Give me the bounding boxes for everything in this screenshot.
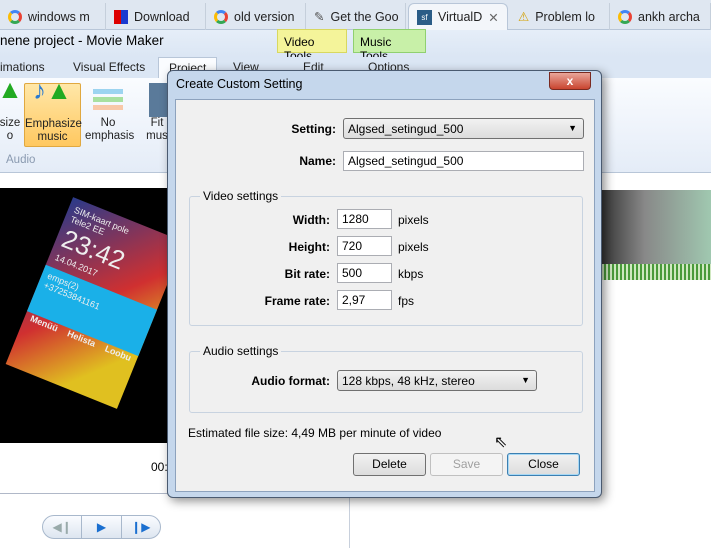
audio-format-dropdown[interactable]: 128 kbps, 48 kHz, stereo ▼ <box>337 370 537 391</box>
tab-label: Download <box>134 9 190 24</box>
browser-tab[interactable]: old version <box>206 3 306 30</box>
browser-tab[interactable]: ⚠ Problem lo <box>510 3 610 30</box>
next-frame-button[interactable]: ❙▶ <box>122 516 160 538</box>
bitrate-unit: kbps <box>398 267 424 281</box>
warning-icon: ⚠ <box>518 10 530 24</box>
audio-format-label: Audio format: <box>251 374 330 388</box>
close-button[interactable]: Close <box>507 453 580 476</box>
bitrate-input[interactable]: 500 <box>337 263 392 283</box>
phone-photo: SIM-kaart pole Tele2 EE 23:42 14.04.2017… <box>5 197 168 409</box>
google-icon <box>8 9 22 24</box>
framerate-label: Frame rate: <box>264 294 330 308</box>
setting-value: Algsed_setingud_500 <box>348 122 464 136</box>
button-label: Fit mus <box>146 117 168 142</box>
close-dialog-button[interactable]: x <box>549 72 591 90</box>
setting-label: Setting: <box>291 122 336 136</box>
bitrate-label: Bit rate: <box>284 267 330 281</box>
no-emphasis-icon <box>85 83 131 117</box>
playback-controls: ◀❙ ▶ ❙▶ <box>42 515 161 539</box>
browser-tab-active[interactable]: sf VirtualD ✕ <box>408 3 508 30</box>
previous-frame-button[interactable]: ◀❙ <box>43 516 81 538</box>
width-unit: pixels <box>398 213 429 227</box>
height-label: Height: <box>288 240 330 254</box>
download-site-icon <box>114 9 128 24</box>
divider <box>349 498 350 548</box>
browser-tab[interactable]: ✎ Get the Goo <box>306 3 406 30</box>
video-preview: SIM-kaart pole Tele2 EE 23:42 14.04.2017… <box>0 188 168 443</box>
width-input[interactable]: 1280 <box>337 209 392 229</box>
dropdown-arrow-icon: ▼ <box>521 375 530 385</box>
emphasize-video-button[interactable]: ▲ size o <box>0 74 24 143</box>
google-icon <box>618 9 632 24</box>
tab-label: old version <box>234 9 295 24</box>
tab-label: VirtualD <box>438 10 483 24</box>
estimated-file-size: Estimated file size: 4,49 MB per minute … <box>188 426 442 440</box>
group-label-audio: Audio <box>6 154 36 166</box>
video-settings-group: Video settings Width: 1280 pixels Height… <box>189 189 583 326</box>
sf-icon: sf <box>417 9 432 25</box>
button-label: size o <box>0 117 21 142</box>
tab-animations[interactable]: imations <box>0 60 45 74</box>
no-emphasis-button[interactable]: No emphasis <box>85 83 135 143</box>
create-custom-setting-dialog: Create Custom Setting x Setting: Algsed_… <box>167 70 602 498</box>
dropdown-arrow-icon: ▼ <box>568 123 577 133</box>
tab-label: Problem lo <box>535 9 595 24</box>
dialog-title: Create Custom Setting <box>176 77 303 91</box>
setting-dropdown[interactable]: Algsed_setingud_500 ▼ <box>343 118 584 139</box>
google-icon <box>214 9 228 24</box>
dialog-body: Setting: Algsed_setingud_500 ▼ Name: Algs… <box>175 99 595 492</box>
save-button[interactable]: Save <box>430 453 503 476</box>
height-input[interactable]: 720 <box>337 236 392 256</box>
audio-waveform <box>600 264 711 280</box>
name-label: Name: <box>299 154 336 168</box>
browser-tab[interactable]: Download <box>106 3 206 30</box>
audio-format-value: 128 kbps, 48 kHz, stereo <box>342 374 475 388</box>
film-icon <box>149 83 167 117</box>
tab-label: windows m <box>28 9 90 24</box>
time-readout: 00: <box>151 460 168 474</box>
video-tools-tab[interactable]: Video Tools <box>277 29 347 63</box>
height-unit: pixels <box>398 240 429 254</box>
play-button[interactable]: ▶ <box>81 516 122 538</box>
browser-tab[interactable]: ankh archa <box>610 3 711 30</box>
framerate-unit: fps <box>398 294 415 308</box>
group-title: Video settings <box>200 189 282 203</box>
delete-button[interactable]: Delete <box>353 453 426 476</box>
audio-settings-group: Audio settings Audio format: 128 kbps, 4… <box>189 344 583 413</box>
browser-tab-bar: windows m Download old version ✎ Get the … <box>0 0 711 30</box>
tab-visual-effects[interactable]: Visual Effects <box>73 60 145 74</box>
group-title: Audio settings <box>200 344 282 358</box>
app-title: nene project - Movie Maker <box>0 33 164 48</box>
width-label: Width: <box>292 213 330 227</box>
tool-icon: ✎ <box>314 10 325 24</box>
button-label: Emphasize music <box>25 118 82 143</box>
tab-label: Get the Goo <box>330 9 399 24</box>
arrow-up-icon: ▲ <box>0 74 23 104</box>
music-note-icon: ♪▲ <box>33 75 72 105</box>
storyboard-thumbnail[interactable] <box>600 190 711 280</box>
name-input[interactable]: Algsed_setingud_500 <box>343 151 584 171</box>
tab-label: ankh archa <box>638 9 700 24</box>
emphasize-music-button[interactable]: ♪▲ Emphasize music <box>24 75 82 147</box>
fit-to-music-button[interactable]: Fit mus <box>145 83 169 143</box>
browser-tab[interactable]: windows m <box>0 3 106 30</box>
music-tools-tab[interactable]: Music Tools <box>353 29 426 63</box>
close-tab-icon[interactable]: ✕ <box>488 10 498 25</box>
framerate-input[interactable]: 2,97 <box>337 290 392 310</box>
mouse-cursor-icon: ⇖ <box>494 434 508 451</box>
button-label: No emphasis <box>85 117 135 142</box>
